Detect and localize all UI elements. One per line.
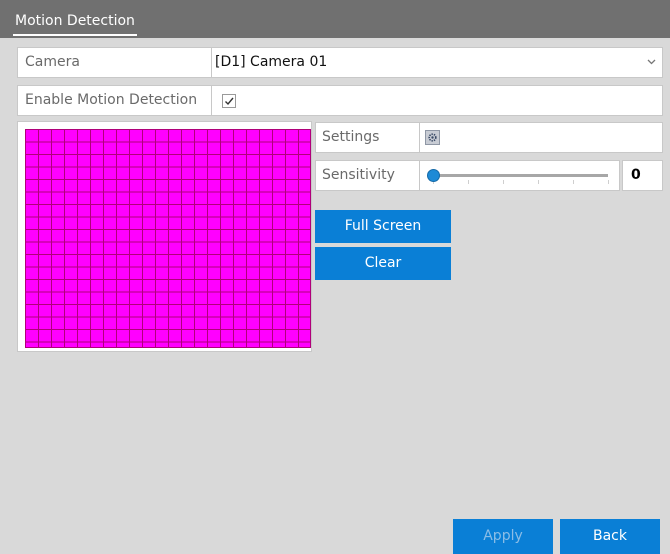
sensitivity-label: Sensitivity xyxy=(316,161,420,190)
apply-button[interactable]: Apply xyxy=(453,519,553,554)
chevron-down-icon xyxy=(647,59,656,65)
gear-icon xyxy=(428,133,437,142)
title-bar: Motion Detection xyxy=(0,0,670,38)
check-icon xyxy=(225,97,234,106)
motion-detection-grid[interactable] xyxy=(25,129,311,348)
camera-row: Camera [D1] Camera 01 xyxy=(17,47,663,78)
settings-row: Settings xyxy=(315,122,663,153)
sensitivity-value[interactable]: 0 xyxy=(622,160,663,191)
tab-motion-detection[interactable]: Motion Detection xyxy=(13,10,137,36)
settings-button[interactable] xyxy=(425,130,440,145)
motion-area-panel xyxy=(17,121,312,352)
enable-motion-checkbox[interactable] xyxy=(222,94,236,108)
camera-select-value: [D1] Camera 01 xyxy=(215,54,328,70)
back-button[interactable]: Back xyxy=(560,519,660,554)
clear-button[interactable]: Clear xyxy=(315,247,451,280)
sensitivity-slider-handle[interactable] xyxy=(427,169,440,182)
sensitivity-row: Sensitivity xyxy=(315,160,620,191)
camera-label: Camera xyxy=(18,48,212,77)
enable-motion-row: Enable Motion Detection xyxy=(17,85,663,116)
camera-select[interactable]: [D1] Camera 01 xyxy=(215,48,662,77)
enable-motion-cell xyxy=(215,86,662,115)
settings-label: Settings xyxy=(316,123,420,152)
enable-motion-label: Enable Motion Detection xyxy=(18,86,212,115)
full-screen-button[interactable]: Full Screen xyxy=(315,210,451,243)
sensitivity-slider-track[interactable] xyxy=(433,174,608,177)
